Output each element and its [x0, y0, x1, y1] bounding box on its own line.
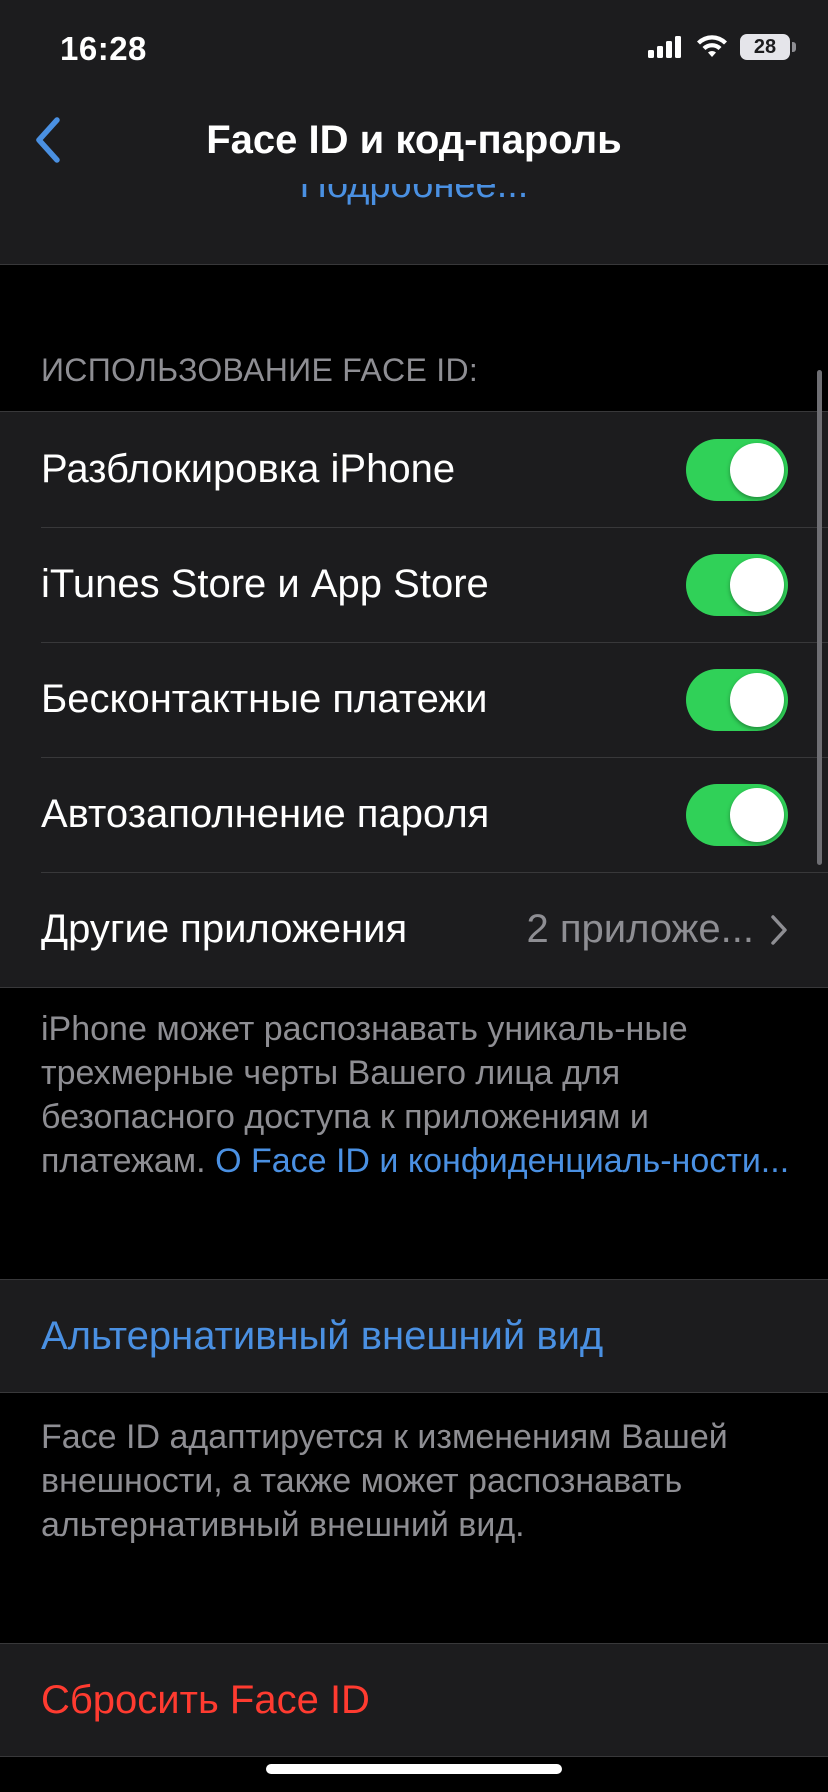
toggle-knob	[730, 672, 784, 727]
home-indicator[interactable]	[266, 1764, 562, 1774]
status-icons: 28	[648, 34, 796, 60]
other-apps-row[interactable]: Другие приложения 2 приложе...	[0, 872, 828, 987]
toggle-label: iTunes Store и App Store	[41, 562, 489, 606]
battery-level: 28	[753, 36, 777, 58]
alternate-appearance-description: Face ID адаптируется к изменениям Вашей …	[41, 1418, 728, 1544]
status-time: 16:28	[60, 30, 147, 67]
toggle-row-itunes-app-store[interactable]: iTunes Store и App Store	[0, 527, 828, 642]
navigation-bar: Face ID и код-пароль	[0, 100, 828, 184]
itunes-app-store-toggle[interactable]	[686, 553, 788, 616]
alternate-appearance-group: Альтернативный внешний вид	[0, 1279, 828, 1393]
toggle-label: Бесконтактные платежи	[41, 677, 488, 721]
toggle-row-unlock-iphone[interactable]: Разблокировка iPhone	[0, 412, 828, 527]
toggle-label: Автозаполнение пароля	[41, 792, 490, 836]
unlock-iphone-toggle[interactable]	[686, 438, 788, 501]
page-title: Face ID и код-пароль	[206, 118, 622, 162]
settings-screen: 16:28 28 Face ID и код-пароль Подробнее.…	[0, 0, 828, 1792]
face-id-usage-group: Разблокировка iPhone iTunes Store и App …	[0, 411, 828, 988]
battery-icon: 28	[740, 34, 796, 60]
scroll-indicator	[817, 370, 822, 865]
other-apps-label: Другие приложения	[41, 907, 408, 951]
toggle-label: Разблокировка iPhone	[41, 447, 456, 491]
face-id-description: iPhone может распознавать уникаль-ные тр…	[41, 1007, 791, 1183]
toggle-row-contactless-payments[interactable]: Бесконтактные платежи	[0, 642, 828, 757]
password-autofill-toggle[interactable]	[686, 783, 788, 846]
privacy-link[interactable]: О Face ID и конфиденциаль-ности...	[215, 1142, 789, 1180]
wifi-icon	[697, 35, 727, 57]
toggle-row-password-autofill[interactable]: Автозаполнение пароля	[0, 757, 828, 872]
toggle-knob	[730, 557, 784, 612]
toggle-knob	[730, 442, 784, 497]
status-bar: 16:28 28	[0, 0, 828, 100]
alternate-appearance-button[interactable]: Альтернативный внешний вид	[0, 1280, 828, 1392]
reset-face-id-group: Сбросить Face ID	[0, 1643, 828, 1757]
learn-more-link[interactable]: Подробнее...	[0, 184, 828, 207]
settings-list[interactable]: Подробнее... ИСПОЛЬЗОВАНИЕ FACE ID: Разб…	[0, 184, 828, 1792]
contactless-payments-toggle[interactable]	[686, 668, 788, 731]
other-apps-value: 2 приложе...	[526, 907, 754, 951]
signal-icon	[648, 36, 681, 58]
chevron-right-icon	[771, 914, 787, 945]
learn-more-group: Подробнее...	[0, 184, 828, 265]
reset-face-id-button[interactable]: Сбросить Face ID	[0, 1644, 828, 1756]
face-id-section-header: ИСПОЛЬЗОВАНИЕ FACE ID:	[41, 352, 479, 388]
toggle-knob	[730, 787, 784, 842]
